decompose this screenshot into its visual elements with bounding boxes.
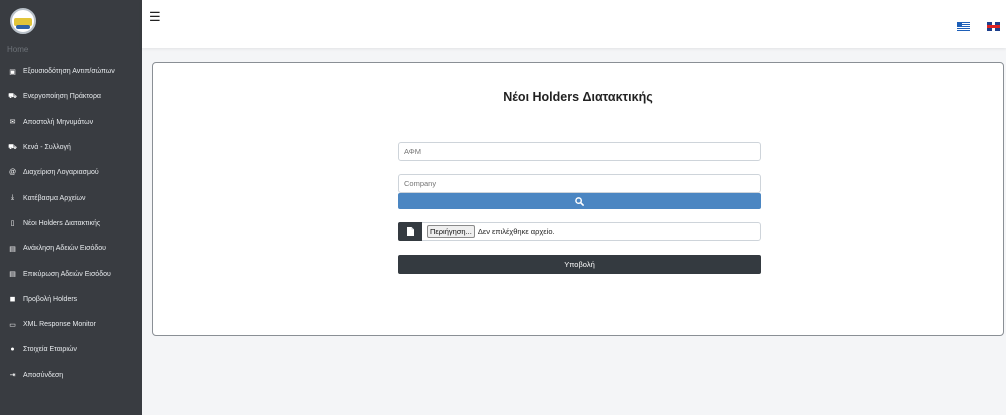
sign-out-icon: ⇥ (9, 372, 16, 380)
sidebar-item-label: Εξουσιοδότηση Αντιπ/σώπων (23, 68, 115, 76)
sidebar-item-label: Κατέβασμα Αρχείων (23, 194, 86, 202)
greek-flag-icon[interactable] (957, 22, 970, 31)
sidebar-item[interactable]: ▣ Εξουσιοδότηση Αντιπ/σώπων (0, 59, 142, 84)
bookmark-icon: ▯ (10, 220, 15, 228)
at-sign-icon: @ (8, 169, 17, 177)
hamburger-icon[interactable]: ☰ (149, 10, 161, 23)
sidebar-item[interactable]: ◼ Προβολή Holders (0, 287, 142, 312)
sidebar-item-label: XML Response Monitor (23, 321, 96, 329)
download-icon: ⤓ (10, 194, 15, 202)
sidebar-item[interactable]: ✉ Αποστολή Μηνυμάτων (0, 110, 142, 135)
file-upload: Περιήγηση... Δεν επιλέχθηκε αρχείο. (398, 222, 761, 241)
company-input[interactable] (398, 174, 761, 193)
sidebar-item-label: Αποστολή Μηνυμάτων (23, 118, 94, 126)
info-circle-icon: ● (10, 346, 15, 354)
search-button[interactable] (398, 193, 761, 209)
browse-button[interactable]: Περιήγηση... (427, 225, 475, 238)
envelope-icon: ✉ (9, 119, 16, 127)
sidebar-item-label: Ενεργοποίηση Πράκτορα (23, 93, 101, 101)
sidebar-item[interactable]: ▤ Επικύρωση Αδειών Εισόδου (0, 261, 142, 286)
sidebar-item-label: Αποσύνδεση (23, 371, 64, 379)
sidebar-item[interactable]: ● Στοιχεία Εταιριών (0, 337, 142, 362)
search-icon (575, 196, 584, 206)
monitor-icon: ▭ (9, 321, 16, 329)
sidebar-item-label: Κενά - Συλλογή (23, 144, 71, 152)
submit-button[interactable]: Υποβολή (398, 255, 761, 274)
sidebar-item-label: Νέοι Holders Διατακτικής (23, 219, 101, 227)
sidebar-item[interactable]: ▯ Νέοι Holders Διατακτικής (0, 211, 142, 236)
calendar-check-icon: ▤ (9, 271, 16, 279)
sidebar-item[interactable]: ⛟ Ενεργοποίηση Πράκτορα (0, 84, 142, 109)
calendar-x-icon: ▤ (9, 245, 16, 253)
file-icon (398, 222, 422, 241)
file-status-text: Δεν επιλέχθηκε αρχείο. (477, 227, 555, 236)
form-card: Νέοι Holders Διατακτικής Περιήγηση... Δε… (152, 62, 1004, 336)
sidebar-item-label: Προβολή Holders (23, 295, 78, 303)
page-title: Νέοι Holders Διατακτικής (503, 90, 653, 104)
sidebar-menu: ▣ Εξουσιοδότηση Αντιπ/σώπων ⛟ Ενεργοποίηση … (0, 59, 142, 388)
afm-input[interactable] (398, 142, 761, 161)
sidebar-item[interactable]: @ Διαχείριση Λογαριασμού (0, 160, 142, 185)
topbar: ☰ (142, 0, 1006, 48)
logo-container (0, 0, 142, 41)
sidebar-item-label: Διαχείριση Λογαριασμού (23, 169, 99, 177)
sidebar-item[interactable]: ▤ Ανάκληση Αδειών Εισόδου (0, 236, 142, 261)
truck-icon: ⛟ (8, 144, 17, 152)
sidebar-home-label[interactable]: Home (0, 41, 142, 59)
square-check-icon: ◼ (9, 296, 16, 304)
id-card-icon: ▣ (9, 68, 16, 76)
sidebar-item[interactable]: ⤓ Κατέβασμα Αρχείων (0, 185, 142, 210)
logo[interactable] (10, 7, 36, 34)
sidebar: Home ▣ Εξουσιοδότηση Αντιπ/σώπων ⛟ Ενεργοπο… (0, 0, 142, 415)
sidebar-item[interactable]: ⇥ Αποσύνδεση (0, 363, 142, 388)
sidebar-item-label: Στοιχεία Εταιριών (23, 346, 77, 354)
truck-loading-icon: ⛟ (8, 93, 17, 101)
uk-flag-icon[interactable] (987, 22, 1000, 31)
sidebar-item-label: Επικύρωση Αδειών Εισόδου (23, 270, 111, 278)
sidebar-item[interactable]: ▭ XML Response Monitor (0, 312, 142, 337)
sidebar-item[interactable]: ⛟ Κενά - Συλλογή (0, 135, 142, 160)
sidebar-item-label: Ανάκληση Αδειών Εισόδου (23, 245, 106, 253)
